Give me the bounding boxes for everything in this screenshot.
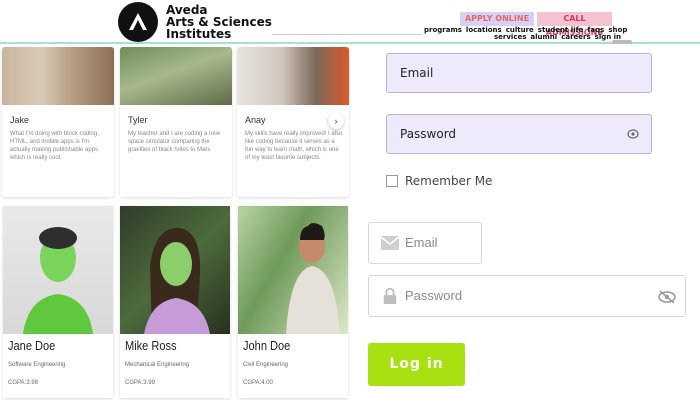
profile-card: John Doe Civil Engineering CGPA:4.00: [238, 206, 348, 398]
email-input[interactable]: Email: [368, 222, 482, 264]
profile-photo: [238, 206, 348, 334]
call-admissions-button[interactable]: CALL ADMISSIONS: [537, 12, 612, 37]
testimonial-photo: [237, 47, 349, 105]
apply-online-button[interactable]: APPLY ONLINE: [460, 12, 534, 26]
password-placeholder: Password: [405, 288, 463, 303]
profile-name: John Doe: [243, 338, 291, 353]
testimonial-text: What I'm doing with block coding, HTML, …: [10, 131, 99, 161]
profile-major: Software Engineering: [8, 362, 66, 368]
testimonial-card: Tyler My teacher and I are coding a new …: [120, 47, 232, 197]
nav-link-services[interactable]: services: [494, 33, 526, 41]
header-divider: [272, 34, 422, 35]
envelope-icon: [381, 236, 399, 250]
brand[interactable]: Aveda Arts & Sciences Institutes: [118, 2, 272, 42]
nav-row-2: services alumni careers sign in: [494, 33, 621, 41]
profile-figure: [23, 227, 93, 334]
testimonial-text: My skills have really improved! I also l…: [245, 131, 343, 161]
nav-link-programs[interactable]: programs: [424, 26, 462, 34]
carousel-next-button[interactable]: ›: [328, 113, 344, 129]
testimonial-name: Jake: [10, 115, 30, 125]
profile-name: Mike Ross: [125, 338, 177, 353]
testimonial-photo: [120, 47, 232, 105]
chevron-right-icon: ›: [334, 116, 338, 126]
profile-photo: [3, 206, 113, 334]
site-header: Aveda Arts & Sciences Institutes APPLY O…: [0, 0, 700, 44]
eye-icon[interactable]: [627, 128, 639, 140]
profile-figure: [286, 223, 340, 334]
testimonial-name: Tyler: [128, 115, 148, 125]
remember-me-label: Remember Me: [405, 174, 493, 188]
header-underline: [0, 42, 700, 44]
scroll-indicator: [612, 40, 632, 44]
profile-gpa: CGPA:3.99: [125, 380, 155, 386]
password-input[interactable]: Password: [368, 275, 686, 317]
login-button[interactable]: Log in: [368, 343, 465, 386]
email-placeholder: Email: [405, 235, 438, 250]
profile-major: Civil Engineering: [243, 362, 289, 368]
profile-name: Jane Doe: [8, 338, 56, 353]
profile-major: Mechanical Engineering: [125, 362, 190, 368]
profile-card: Jane Doe Software Engineering CGPA:3.98: [3, 206, 113, 398]
email-field[interactable]: Email: [386, 53, 652, 93]
nav-link-careers[interactable]: careers: [561, 33, 590, 41]
testimonial-photo: [2, 47, 114, 105]
brand-line-3: Institutes: [166, 27, 232, 41]
profile-card: Mike Ross Mechanical Engineering CGPA:3.…: [120, 206, 230, 398]
testimonial-text: My teacher and I are coding a new space …: [128, 131, 221, 153]
password-field[interactable]: Password: [386, 114, 652, 154]
testimonial-card: Jake What I'm doing with block coding, H…: [2, 47, 114, 197]
lock-icon: [383, 288, 397, 304]
profile-figure: [144, 227, 210, 334]
profile-gpa: CGPA:3.98: [8, 380, 38, 386]
nav-link-alumni[interactable]: alumni: [530, 33, 557, 41]
brand-name: Aveda Arts & Sciences Institutes: [166, 4, 272, 40]
remember-me-checkbox[interactable]: [386, 175, 398, 187]
profile-gpa: CGPA:4.00: [243, 380, 273, 386]
page: Aveda Arts & Sciences Institutes APPLY O…: [0, 0, 700, 400]
aveda-logo-icon: [118, 2, 158, 42]
profile-photo: [120, 206, 230, 334]
eye-off-icon[interactable]: [658, 290, 676, 304]
